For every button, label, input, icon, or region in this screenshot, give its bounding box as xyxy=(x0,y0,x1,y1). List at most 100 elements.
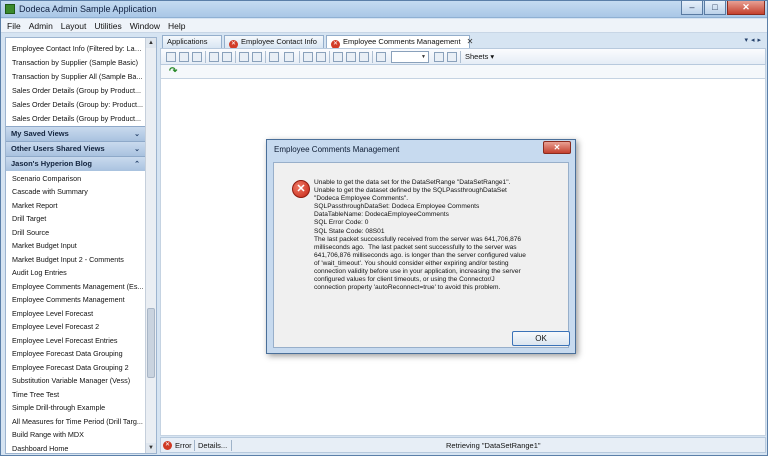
list-item[interactable]: Build Range with MDX xyxy=(12,430,144,439)
sidebar-scrollbar[interactable]: ▲ ▼ xyxy=(145,38,156,453)
app-window: Dodeca Admin Sample Application – □ ✕ Fi… xyxy=(0,0,768,456)
tab-applications[interactable]: Applications xyxy=(162,35,222,48)
toolbar-separator xyxy=(329,51,330,63)
close-button[interactable]: ✕ xyxy=(727,1,765,15)
error-message: Unable to get the data set for the DataS… xyxy=(314,179,526,292)
redo-icon[interactable] xyxy=(346,52,356,62)
toolbar-separator xyxy=(372,51,373,63)
properties-icon[interactable] xyxy=(376,52,386,62)
chevron-up-icon: ⌃ xyxy=(134,161,140,168)
tab-label: Employee Contact Info xyxy=(241,37,317,46)
list-item[interactable]: All Measures for Time Period (Drill Targ… xyxy=(12,417,144,426)
save-as-icon[interactable] xyxy=(179,52,189,62)
tab-close-icon[interactable]: ✕ xyxy=(467,37,474,46)
secondary-toolbar: ↷ xyxy=(160,65,766,79)
paste-icon[interactable] xyxy=(316,52,326,62)
print-preview-icon[interactable] xyxy=(284,52,294,62)
list-item[interactable]: Scenario Comparison xyxy=(12,174,144,183)
toolbar-separator xyxy=(299,51,300,63)
format-icon[interactable] xyxy=(359,52,369,62)
list-item[interactable]: Time Tree Test xyxy=(12,390,144,399)
section-label: Jason's Hyperion Blog xyxy=(11,159,92,168)
tab-employee-comments-management[interactable]: ✕ Employee Comments Management ✕ xyxy=(326,35,473,49)
menu-layout[interactable]: Layout xyxy=(61,19,87,32)
list-item[interactable]: Audit Log Entries xyxy=(12,268,144,277)
scroll-thumb[interactable] xyxy=(147,308,155,378)
grid-add-icon[interactable] xyxy=(252,52,262,62)
print-icon[interactable] xyxy=(269,52,279,62)
list-item[interactable]: Employee Level Forecast Entries xyxy=(12,336,144,345)
menu-bar: File Admin Layout Utilities Window Help xyxy=(1,19,767,33)
maximize-button[interactable]: □ xyxy=(704,1,726,15)
menu-help[interactable]: Help xyxy=(168,19,185,32)
list-item[interactable]: Employee Forecast Data Grouping xyxy=(12,349,144,358)
open-icon[interactable] xyxy=(209,52,219,62)
list-item[interactable]: Sales Order Details (Group by: Product..… xyxy=(12,100,144,109)
zoom-out-icon[interactable] xyxy=(447,52,457,62)
section-label: Other Users Shared Views xyxy=(11,144,105,153)
list-item[interactable]: Transaction by Supplier All (Sample Ba..… xyxy=(12,72,144,81)
chevron-down-icon: ⌄ xyxy=(134,146,140,153)
tab-employee-contact-info[interactable]: ✕ Employee Contact Info xyxy=(224,35,324,49)
toolbar-separator xyxy=(265,51,266,63)
document-tabs: Applications ✕ Employee Contact Info ✕ Emp… xyxy=(160,35,766,49)
dialog-body: ✕ Unable to get the data set for the Dat… xyxy=(273,162,570,348)
list-item[interactable]: Simple Drill-through Example xyxy=(12,403,144,412)
ok-button[interactable]: OK xyxy=(512,331,570,346)
minimize-button[interactable]: – xyxy=(681,1,703,15)
list-item[interactable]: Employee Level Forecast xyxy=(12,309,144,318)
chevron-down-icon: ⌄ xyxy=(134,131,140,138)
tab-navigation[interactable]: ▾◂▸ xyxy=(744,36,764,44)
zoom-in-icon[interactable] xyxy=(434,52,444,62)
zoom-select[interactable]: ▼ xyxy=(391,51,429,63)
list-item[interactable]: Sales Order Details (Group by Product... xyxy=(12,86,144,95)
save-icon[interactable] xyxy=(166,52,176,62)
section-my-saved-views[interactable]: My Saved Views ⌄ xyxy=(6,126,146,141)
dialog-close-button[interactable]: ✕ xyxy=(543,141,571,154)
menu-admin[interactable]: Admin xyxy=(29,19,53,32)
list-item[interactable]: Employee Comments Management (Es... xyxy=(12,282,144,291)
view-navigator: Employee Contact Info (Filtered by: Las.… xyxy=(5,37,157,454)
error-icon: ✕ xyxy=(292,180,310,198)
list-item[interactable]: Employee Contact Info (Filtered by: Las.… xyxy=(12,44,144,53)
grid-icon[interactable] xyxy=(239,52,249,62)
details-button[interactable]: Details... xyxy=(198,441,227,450)
menu-file[interactable]: File xyxy=(7,19,21,32)
list-item[interactable]: Drill Source xyxy=(12,228,144,237)
scroll-down-icon[interactable]: ▼ xyxy=(146,443,156,453)
list-item[interactable]: Sales Order Details (Group by Product... xyxy=(12,114,144,123)
list-item[interactable]: Employee Forecast Data Grouping 2 xyxy=(12,363,144,372)
menu-window[interactable]: Window xyxy=(130,19,160,32)
tab-label: Applications xyxy=(167,37,208,46)
toolbar: ▼ Sheets ▾ xyxy=(160,48,766,65)
export-icon[interactable] xyxy=(192,52,202,62)
undo-icon[interactable] xyxy=(333,52,343,62)
list-item[interactable]: Employee Level Forecast 2 xyxy=(12,322,144,331)
status-message: Retrieving "DataSetRange1" xyxy=(446,441,541,450)
list-item[interactable]: Employee Comments Management xyxy=(12,295,144,304)
menu-utilities[interactable]: Utilities xyxy=(94,19,121,32)
error-icon: ✕ xyxy=(163,441,172,450)
dialog-title: Employee Comments Management xyxy=(274,145,400,154)
refresh-icon[interactable]: ↷ xyxy=(169,66,177,77)
list-item[interactable]: Transaction by Supplier (Sample Basic) xyxy=(12,58,144,67)
section-jasons-hyperion-blog[interactable]: Jason's Hyperion Blog ⌃ xyxy=(6,156,146,171)
list-item[interactable]: Market Report xyxy=(12,201,144,210)
error-button[interactable]: Error xyxy=(175,441,192,450)
list-item[interactable]: Dashboard Home xyxy=(12,444,144,453)
list-item[interactable]: Cascade with Summary xyxy=(12,187,144,196)
section-other-users-shared-views[interactable]: Other Users Shared Views ⌄ xyxy=(6,141,146,156)
scroll-up-icon[interactable]: ▲ xyxy=(146,38,156,48)
list-item[interactable]: Market Budget Input 2 - Comments xyxy=(12,255,144,264)
sheets-dropdown[interactable]: Sheets ▾ xyxy=(465,52,494,61)
error-dialog: Employee Comments Management ✕ ✕ Unable … xyxy=(266,139,576,354)
cut-icon[interactable] xyxy=(303,52,313,62)
toolbar-separator xyxy=(460,51,461,63)
list-item[interactable]: Drill Target xyxy=(12,214,144,223)
list-item[interactable]: Substitution Variable Manager (Vess) xyxy=(12,376,144,385)
list-item[interactable]: Market Budget Input xyxy=(12,241,144,250)
copy-icon[interactable] xyxy=(222,52,232,62)
window-title: Dodeca Admin Sample Application xyxy=(19,4,157,14)
app-icon xyxy=(5,4,15,14)
title-bar[interactable]: Dodeca Admin Sample Application – □ ✕ xyxy=(1,1,767,18)
